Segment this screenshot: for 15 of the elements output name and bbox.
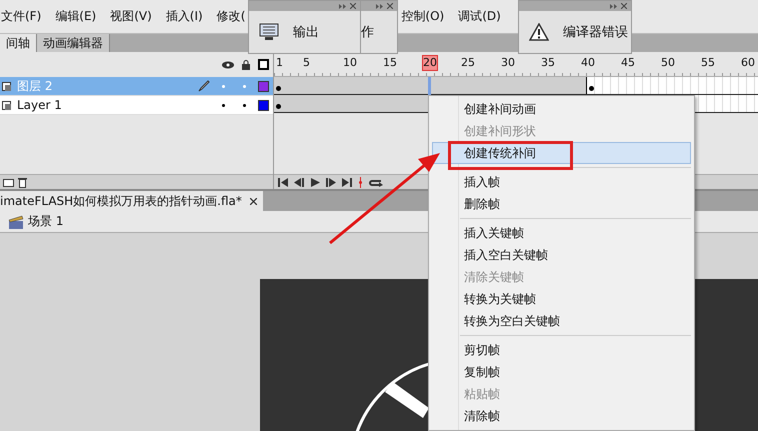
frame-number: 5 <box>306 56 311 70</box>
frame-number: 15 <box>386 56 398 70</box>
frame-number: 50 <box>664 56 676 70</box>
frame-number: 55 <box>704 56 716 70</box>
frame-number: 40 <box>584 56 596 70</box>
frame-number: 10 <box>346 56 358 70</box>
frame-number: 45 <box>624 56 636 70</box>
frame-number: 60 <box>744 56 756 70</box>
frame-number: 25 <box>464 56 476 70</box>
layer-name: 图层 2 <box>17 78 54 94</box>
frame-number: 35 <box>544 56 556 70</box>
frame-number: 30 <box>504 56 516 70</box>
document-title: imateFLASH如何模拟万用表的指针动画.fla* <box>0 192 242 210</box>
layer-name: Layer 1 <box>17 98 63 112</box>
frame-number: 1 <box>275 56 284 70</box>
